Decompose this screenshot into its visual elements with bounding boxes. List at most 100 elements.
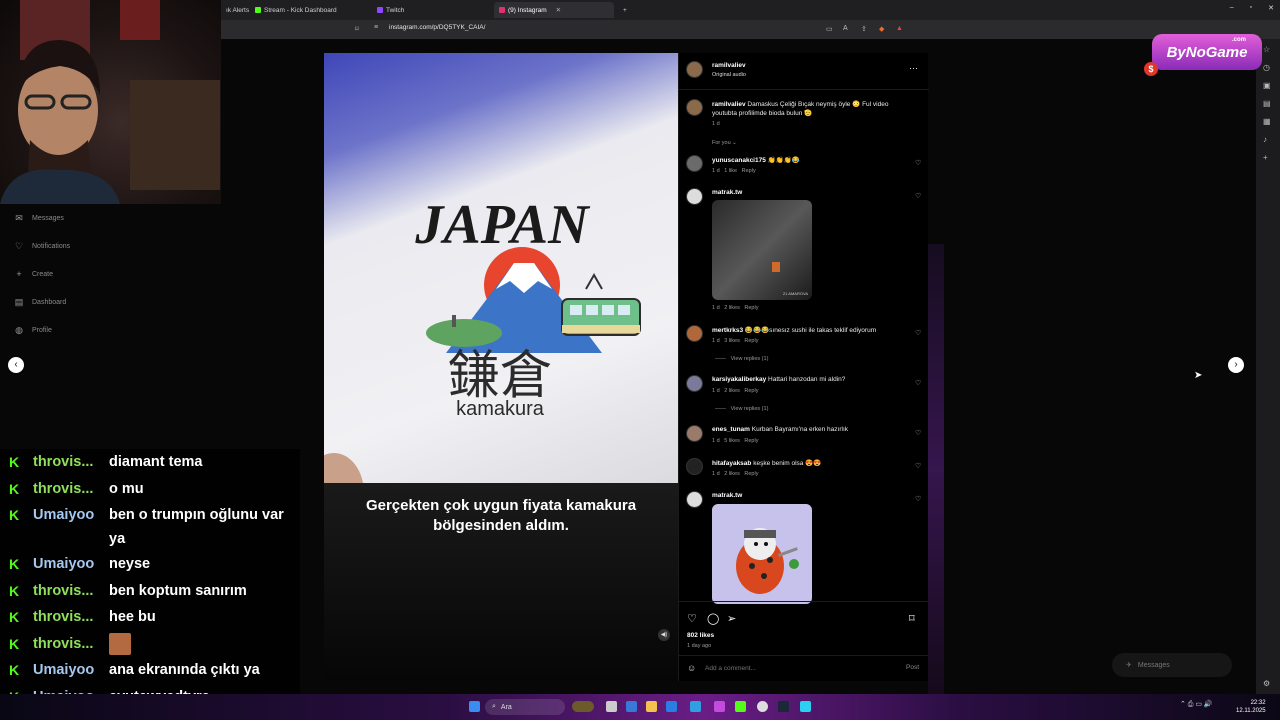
post-media[interactable]: JAPAN 鎌倉 kamakura Gerçekten çok uygun fi… [324,53,678,681]
sidebar-item-notifications[interactable]: ♡ Notifications [0,232,170,260]
like-icon[interactable]: ♡ [687,612,697,625]
sidebar-item-create[interactable]: + Create [0,260,170,288]
comment-meta[interactable]: 1 d 2 likes Reply [712,305,758,311]
comment-meta[interactable]: 1 d 2 likes Reply [712,388,758,394]
close-window-icon[interactable]: ✕ [1268,4,1274,12]
grid-icon[interactable]: ▦ [1263,117,1271,126]
avatar[interactable] [686,325,703,342]
like-comment-icon[interactable]: ♡ [915,379,921,387]
comment-meta[interactable]: 1 d 3 likes Reply [712,338,758,344]
comment-meta[interactable]: 1 d 2 likes Reply [712,471,758,477]
comment-meta[interactable]: 1 d 1 like Reply [712,168,756,174]
bookmark-icon[interactable]: ⌑ [355,25,359,33]
like-comment-icon[interactable]: ♡ [915,329,921,337]
avatar[interactable] [686,99,703,116]
brave-shield-icon[interactable]: ◆ [879,25,884,33]
new-tab-button[interactable]: + [618,2,632,18]
like-comment-icon[interactable]: ♡ [915,429,921,437]
rewards-icon[interactable]: ▲ [896,25,903,32]
taskbar-clock[interactable]: 22:32 12.11.2025 [1236,699,1266,715]
site-info-icon[interactable]: ≡ [374,24,378,31]
chat-message: Kthrovis... ben koptum sanırım [0,578,300,605]
minimize-icon[interactable]: – [1230,4,1234,12]
save-icon[interactable]: ⌑ [909,612,915,625]
more-options-icon[interactable]: ··· [909,63,918,73]
messages-pill[interactable]: ✈ Messages [1112,653,1232,677]
comment-image[interactable]: 21 AMAROVA [712,200,812,300]
comment: enes_tunam Kurban Bayramı'na erken hazır… [712,426,848,433]
kick-app-icon[interactable] [735,701,746,712]
comment-user[interactable]: karsiyakaliberkay [712,376,766,383]
like-comment-icon[interactable]: ♡ [915,495,921,503]
url-field[interactable]: instagram.com/p/DQ5TYK_CAIA/ [389,24,485,31]
comment-user[interactable]: matrak.tw [712,189,742,196]
tab-instagram[interactable]: (9) Instagram ✕ [494,2,614,18]
avatar[interactable] [686,155,703,172]
sidebar-item-profile[interactable]: ◍ Profile [0,316,170,344]
translate-icon[interactable]: A [843,25,848,32]
system-tray-icons[interactable]: ⌃ ⎙ ▭ 🔊 [1180,700,1213,709]
post-comment-button[interactable]: Post [906,664,919,671]
share-icon[interactable]: ⇪ [861,25,867,33]
comment-sticker[interactable] [712,504,812,604]
app-icon[interactable] [626,701,637,712]
view-replies-button[interactable]: —— View replies (1) [715,406,768,412]
comment-user[interactable]: mertkrks3 [712,327,743,334]
avatar[interactable] [686,375,703,392]
tab-label: Twitch [386,6,405,14]
post-audio[interactable]: Original audio [712,72,746,78]
like-comment-icon[interactable]: ♡ [915,159,921,167]
tab-kick-dashboard[interactable]: Stream - Kick Dashboard [250,2,342,18]
caption-user[interactable]: ramilvaliev [712,101,746,108]
post-author[interactable]: ramilvaliev [712,62,746,69]
close-icon[interactable]: ✕ [556,6,561,14]
view-replies-button[interactable]: —— View replies (1) [715,356,768,362]
sort-dropdown[interactable]: For you ⌄ [712,140,737,146]
avatar[interactable] [686,458,703,475]
steam-icon[interactable] [778,701,789,712]
sidebar-item-dashboard[interactable]: ▤ Dashboard [0,288,170,316]
tab-twitch[interactable]: Twitch [372,2,409,18]
sidebar-item-messages[interactable]: ✉ Messages [0,204,170,232]
likes-count[interactable]: 802 likes [687,632,714,639]
next-post-button[interactable]: › [1228,357,1244,373]
edge-icon[interactable] [690,701,701,712]
maximize-icon[interactable]: ▫ [1250,4,1252,12]
history-icon[interactable]: ◷ [1263,63,1270,72]
taskbar-search[interactable]: ⌕ Ara [485,699,565,715]
comment-user[interactable]: matrak.tw [712,492,742,499]
wallet-icon[interactable]: ▣ [1263,81,1271,90]
start-icon[interactable] [469,701,480,712]
avatar[interactable] [686,188,703,205]
emoji-icon[interactable]: ☺ [687,663,696,673]
avatar[interactable] [686,425,703,442]
heart-icon: ♡ [14,240,24,251]
previous-post-button[interactable]: ‹ [8,357,24,373]
comment-user[interactable]: enes_tunam [712,426,750,433]
widget-icon[interactable] [572,701,594,712]
app-icon[interactable] [714,701,725,712]
cast-icon[interactable]: ▭ [826,25,833,33]
comment-user[interactable]: yunuscanakci175 [712,157,766,164]
chat-text: hee bu [109,609,156,625]
avatar[interactable] [686,491,703,508]
settings-icon[interactable]: ⚙ [1263,679,1270,688]
add-panel-icon[interactable]: + [1263,153,1268,162]
reading-list-icon[interactable]: ▤ [1263,99,1271,108]
like-comment-icon[interactable]: ♡ [915,192,921,200]
avatar[interactable] [686,61,703,78]
comment-user[interactable]: hitafayaksab [712,460,751,467]
app-icon[interactable] [800,701,811,712]
obs-icon[interactable] [757,701,768,712]
mute-button[interactable]: ◀) [658,629,670,641]
bookmarks-icon[interactable]: ☆ [1263,45,1270,54]
task-view-icon[interactable] [606,701,617,712]
file-explorer-icon[interactable] [646,701,657,712]
music-icon[interactable]: ♪ [1263,135,1267,144]
comment-icon[interactable]: ◯ [707,612,719,625]
like-comment-icon[interactable]: ♡ [915,462,921,470]
mail-icon[interactable] [666,701,677,712]
comment-input[interactable] [705,662,885,674]
share-icon[interactable]: ➢ [727,612,736,625]
comment-meta[interactable]: 1 d 5 likes Reply [712,438,758,444]
